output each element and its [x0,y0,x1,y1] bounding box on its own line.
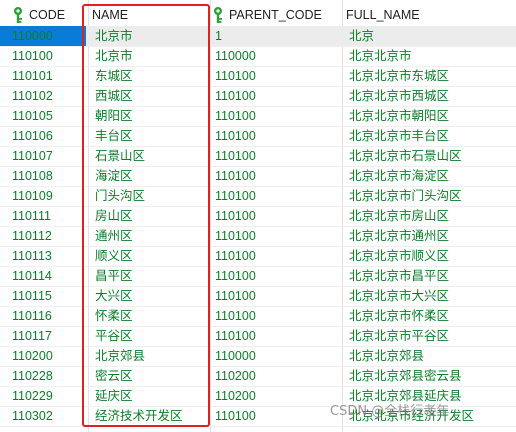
table-cell-code[interactable]: 110107 [0,146,86,166]
table-cell-parent[interactable]: 110000 [211,346,342,366]
table-cell-parent[interactable]: 110200 [211,386,342,406]
table-cell-parent[interactable]: 1 [211,26,342,46]
table-row[interactable]: 110108 海淀区 110100 北京北京市海淀区 [0,166,516,187]
table-cell-full[interactable]: 北京北京市丰台区 [343,126,516,146]
table-cell-full[interactable]: 北京北京市平谷区 [343,326,516,346]
table-cell-full[interactable]: 北京北京市石景山区 [343,146,516,166]
table-cell-parent[interactable]: 110100 [211,86,342,106]
table-cell-code[interactable]: 110105 [0,106,86,126]
table-cell-code[interactable]: 110000 [0,26,86,46]
table-row[interactable]: 110100 北京市 110000 北京北京市 [0,46,516,67]
table-cell-code[interactable]: 110112 [0,226,86,246]
table-row[interactable]: 110113 顺义区 110100 北京北京市顺义区 [0,246,516,267]
key-icon [212,5,226,23]
table-row[interactable]: 110000 北京市 1 北京 [0,26,516,47]
table-cell-full[interactable]: 北京北京市门头沟区 [343,186,516,206]
table-row[interactable]: 110200 北京郊县 110000 北京北京郊县 [0,346,516,367]
grid-header: CODE NAME PARENT_CODE FULL_NAME [0,0,516,27]
table-cell-code[interactable]: 110228 [0,366,86,386]
table-cell-full[interactable]: 北京北京市大兴区 [343,286,516,306]
table-cell-full[interactable]: 北京北京市 [343,46,516,66]
highlight-box [82,4,210,427]
table-cell-parent[interactable]: 110100 [211,406,342,426]
table-cell-parent[interactable]: 110100 [211,266,342,286]
primary-key-icon [12,5,26,23]
table-cell-parent[interactable]: 110000 [211,46,342,66]
table-cell-parent[interactable]: 110100 [211,286,342,306]
table-cell-parent[interactable]: 110100 [211,246,342,266]
table-cell-code[interactable]: 110101 [0,66,86,86]
table-cell-code[interactable]: 110109 [0,186,86,206]
table-cell-parent[interactable]: 110100 [211,146,342,166]
table-row[interactable]: 110111 房山区 110100 北京北京市房山区 [0,206,516,227]
table-cell-full[interactable]: 北京北京市怀柔区 [343,306,516,326]
table-cell-parent[interactable]: 110100 [211,106,342,126]
table-row[interactable]: 110112 通州区 110100 北京北京市通州区 [0,226,516,247]
column-header-code[interactable]: CODE [12,0,65,26]
table-row[interactable]: 110102 西城区 110100 北京北京市西城区 [0,86,516,107]
table-cell-parent[interactable]: 110100 [211,166,342,186]
table-cell-code[interactable]: 110117 [0,326,86,346]
table-cell-code[interactable]: 110114 [0,266,86,286]
table-cell-code[interactable]: 110108 [0,166,86,186]
table-cell-parent[interactable]: 110100 [211,206,342,226]
table-cell-full[interactable]: 北京北京市海淀区 [343,166,516,186]
table-cell-full[interactable]: 北京北京市朝阳区 [343,106,516,126]
table-cell-full[interactable]: 北京北京市西城区 [343,86,516,106]
table-row[interactable]: 110101 东城区 110100 北京北京市东城区 [0,66,516,87]
table-cell-full[interactable]: 北京北京市昌平区 [343,266,516,286]
table-cell-parent[interactable]: 110100 [211,306,342,326]
results-grid: CODE NAME PARENT_CODE FULL_NAME 110000 北京… [0,0,516,432]
table-cell-parent[interactable]: 110100 [211,66,342,86]
table-cell-parent[interactable]: 110100 [211,326,342,346]
table-cell-full[interactable]: 北京北京市房山区 [343,206,516,226]
table-row[interactable]: 110109 门头沟区 110100 北京北京市门头沟区 [0,186,516,207]
table-cell-code[interactable]: 110113 [0,246,86,266]
table-cell-code[interactable]: 110111 [0,206,86,226]
table-row[interactable]: 110105 朝阳区 110100 北京北京市朝阳区 [0,106,516,127]
table-row[interactable]: 110107 石景山区 110100 北京北京市石景山区 [0,146,516,167]
table-cell-code[interactable]: 110102 [0,86,86,106]
table-cell-full[interactable]: 北京北京郊县密云县 [343,366,516,386]
table-cell-code[interactable]: 110115 [0,286,86,306]
table-cell-code[interactable]: 110200 [0,346,86,366]
table-row[interactable]: 110116 怀柔区 110100 北京北京市怀柔区 [0,306,516,327]
table-cell-code[interactable]: 110116 [0,306,86,326]
table-cell-code[interactable]: 110100 [0,46,86,66]
table-cell-parent[interactable]: 110100 [211,226,342,246]
table-cell-full[interactable]: 北京北京郊县 [343,346,516,366]
table-cell-full[interactable]: 北京北京市顺义区 [343,246,516,266]
table-row[interactable]: 110115 大兴区 110100 北京北京市大兴区 [0,286,516,307]
watermark: CSDN @全栈行者年 [330,404,450,419]
table-cell-full[interactable]: 北京 [343,26,516,46]
table-cell-parent[interactable]: 110200 [211,366,342,386]
column-header-full-name[interactable]: FULL_NAME [346,0,420,26]
column-header-parent-code[interactable]: PARENT_CODE [212,0,322,26]
table-row[interactable]: 110106 丰台区 110100 北京北京市丰台区 [0,126,516,147]
table-row[interactable]: 110117 平谷区 110100 北京北京市平谷区 [0,326,516,347]
table-cell-full[interactable]: 北京北京市通州区 [343,226,516,246]
table-cell-code[interactable]: 110229 [0,386,86,406]
table-cell-parent[interactable]: 110100 [211,126,342,146]
table-cell-code[interactable]: 110302 [0,406,86,426]
table-cell-full[interactable]: 北京北京市东城区 [343,66,516,86]
table-cell-code[interactable]: 110106 [0,126,86,146]
table-row[interactable]: 110114 昌平区 110100 北京北京市昌平区 [0,266,516,287]
table-cell-parent[interactable]: 110100 [211,186,342,206]
table-row[interactable]: 110228 密云区 110200 北京北京郊县密云县 [0,366,516,387]
